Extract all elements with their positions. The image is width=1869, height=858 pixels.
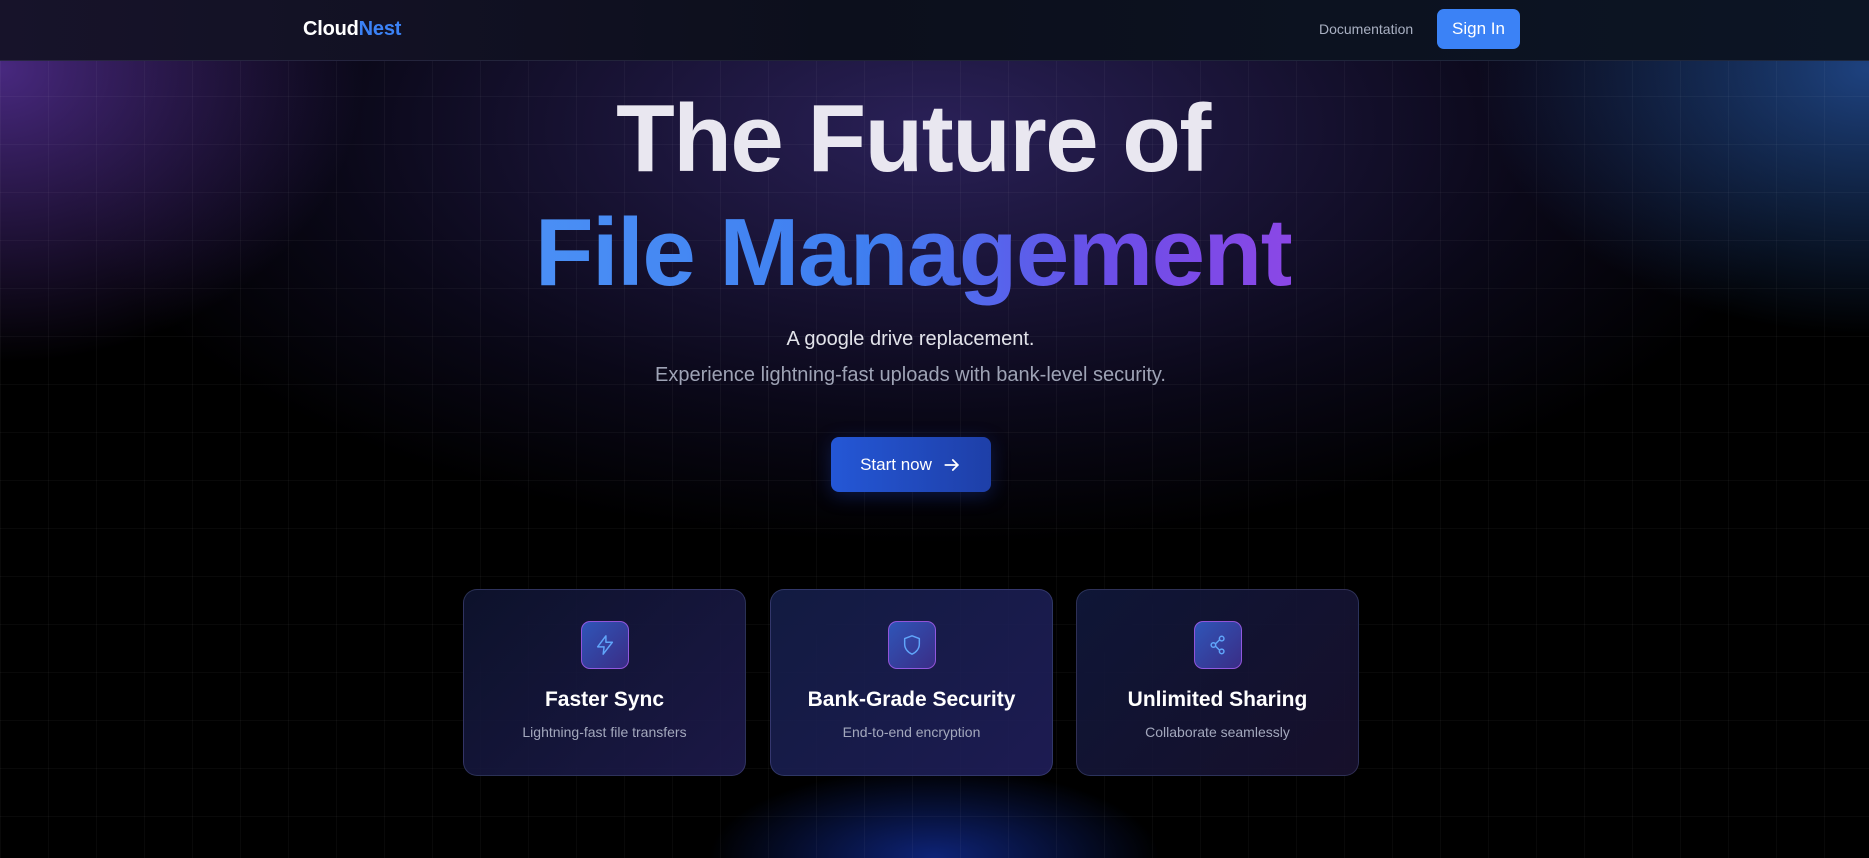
feature-description: End-to-end encryption [842,724,981,740]
landing-page: CloudNest Documentation Sign In The Futu… [0,0,1869,858]
feature-icon-badge [1193,621,1242,669]
feature-title: Bank-Grade Security [807,688,1016,711]
logo-text-cloud: Cloud [303,18,359,40]
shield-icon [903,635,920,655]
hero-title-line1: The Future of [616,85,1211,192]
hero-tagline: A google drive replacement. [786,328,1035,350]
feature-description: Lightning-fast file transfers [522,724,687,740]
feature-title: Faster Sync [544,688,665,711]
hero-subtagline: Experience lightning-fast uploads with b… [654,364,1166,386]
feature-icon-badge [887,621,936,669]
start-now-label: Start now [860,454,932,474]
lightning-icon [596,635,613,655]
start-now-button[interactable]: Start now [831,437,991,492]
documentation-link[interactable]: Documentation [1319,21,1413,37]
top-navbar: CloudNest Documentation Sign In [0,0,1869,61]
sign-in-button[interactable]: Sign In [1437,9,1520,49]
arrow-right-icon [944,458,959,471]
feature-icon-badge [580,621,629,669]
feature-description: Collaborate seamlessly [1145,724,1290,740]
feature-title: Unlimited Sharing [1127,688,1308,711]
brand-logo[interactable]: CloudNest [303,18,401,41]
hero-title-gradient-text: File Management [534,199,1293,306]
share-icon [1209,635,1225,655]
feature-card-security: Bank-Grade Security End-to-end encryptio… [770,589,1053,776]
hero-title-line2: File Management [0,198,1826,308]
logo-text-nest: Nest [358,18,402,40]
feature-card-faster-sync: Faster Sync Lightning-fast file transfer… [463,589,746,776]
feature-card-sharing: Unlimited Sharing Collaborate seamlessly [1076,589,1359,776]
